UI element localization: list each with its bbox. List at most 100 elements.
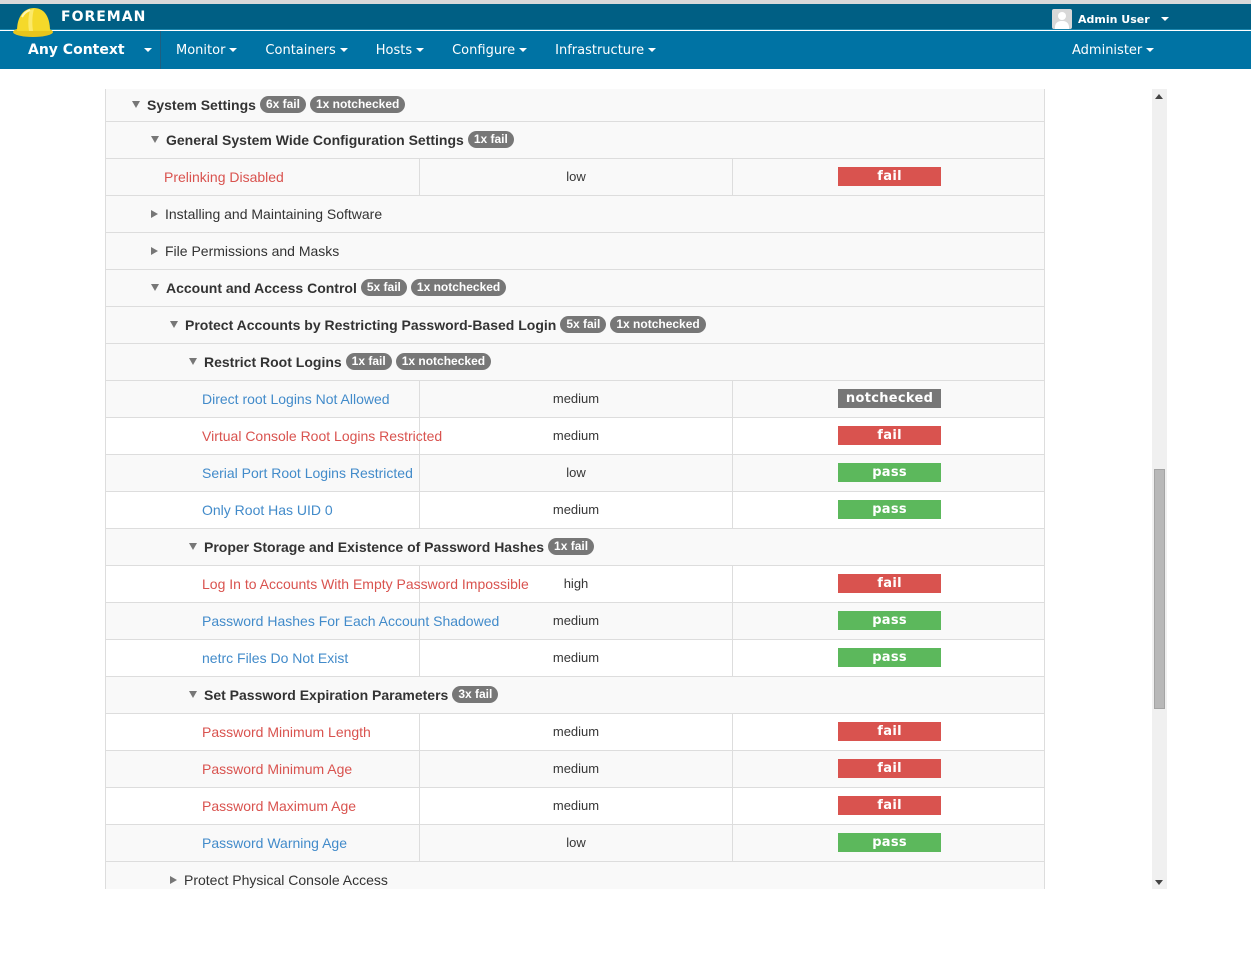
rule-link[interactable]: Virtual Console Root Logins Restricted: [202, 428, 442, 444]
caret-down-icon[interactable]: [189, 358, 197, 365]
rule-link[interactable]: Serial Port Root Logins Restricted: [202, 465, 413, 481]
nav-infrastructure[interactable]: Infrastructure: [541, 31, 670, 69]
result-label[interactable]: fail: [838, 574, 942, 593]
caret-down-icon[interactable]: [170, 321, 178, 328]
tree-group-row[interactable]: Protect Accounts by Restricting Password…: [106, 306, 1044, 344]
nav-hosts[interactable]: Hosts: [362, 31, 438, 69]
tree-group-row[interactable]: Protect Physical Console Access: [106, 861, 1044, 889]
group-header: Restrict Root Logins 1x fail 1x notchecked: [106, 353, 1044, 370]
group-cell: Protect Accounts by Restricting Password…: [106, 306, 1044, 344]
group-title[interactable]: General System Wide Configuration Settin…: [166, 132, 464, 148]
rule-link[interactable]: Log In to Accounts With Empty Password I…: [202, 576, 529, 592]
tree-group-row[interactable]: System Settings 6x fail 1x notchecked: [106, 89, 1044, 122]
nav-configure[interactable]: Configure: [438, 31, 541, 69]
rule-link[interactable]: Password Minimum Length: [202, 724, 371, 740]
helmet-logo-icon[interactable]: [12, 5, 54, 39]
scroll-up-arrow-icon[interactable]: [1155, 94, 1163, 99]
tree-group-row[interactable]: Set Password Expiration Parameters 3x fai…: [106, 676, 1044, 714]
rule-title-cell: Direct root Logins Not Allowed: [106, 380, 420, 418]
group-header: File Permissions and Masks: [106, 243, 1044, 259]
result-label[interactable]: notchecked: [838, 389, 942, 408]
tree-group-row[interactable]: Restrict Root Logins 1x fail 1x notchecked: [106, 343, 1044, 381]
scrollbar-thumb[interactable]: [1154, 469, 1165, 709]
user-menu[interactable]: Admin User: [1052, 9, 1169, 29]
rule-link[interactable]: Password Hashes For Each Account Shadowe…: [202, 613, 499, 629]
caret-right-icon[interactable]: [151, 246, 158, 255]
rule-link[interactable]: Password Warning Age: [202, 835, 347, 851]
result-cell: fail: [732, 750, 1044, 788]
count-badge: 1x notchecked: [610, 316, 706, 333]
chevron-down-icon: [519, 48, 528, 52]
group-header: Protect Accounts by Restricting Password…: [106, 316, 1044, 333]
rule-title-cell: Password Hashes For Each Account Shadowe…: [106, 602, 499, 640]
caret-down-icon[interactable]: [189, 543, 197, 550]
group-title[interactable]: File Permissions and Masks: [165, 243, 339, 259]
group-title[interactable]: Proper Storage and Existence of Password…: [204, 539, 544, 555]
result-label[interactable]: pass: [838, 833, 942, 852]
group-header: Proper Storage and Existence of Password…: [106, 538, 1044, 555]
result-label[interactable]: pass: [838, 500, 942, 519]
rules-tree-table: System Settings 6x fail 1x notchecked Gener…: [106, 89, 1044, 889]
rule-link[interactable]: Password Minimum Age: [202, 761, 352, 777]
group-header: System Settings 6x fail 1x notchecked: [106, 96, 1044, 114]
rule-row: Serial Port Root Logins Restricted low pas…: [106, 454, 1044, 492]
tree-group-row[interactable]: File Permissions and Masks: [106, 232, 1044, 270]
result-label[interactable]: fail: [838, 796, 942, 815]
result-label[interactable]: fail: [838, 759, 942, 778]
nav-administer[interactable]: Administer: [1058, 31, 1168, 69]
tree-group-row[interactable]: Installing and Maintaining Software: [106, 195, 1044, 233]
group-header: Installing and Maintaining Software: [106, 206, 1044, 222]
rule-title-cell: Password Warning Age: [106, 824, 420, 862]
severity-cell: medium: [418, 713, 733, 751]
tree-group-row[interactable]: Account and Access Control 5x fail 1x notc…: [106, 269, 1044, 307]
result-label[interactable]: fail: [838, 167, 942, 186]
rule-link[interactable]: netrc Files Do Not Exist: [202, 650, 348, 666]
count-badge: 6x fail: [259, 96, 306, 114]
rule-link[interactable]: Prelinking Disabled: [164, 169, 284, 185]
result-label[interactable]: pass: [838, 611, 942, 630]
severity-cell: medium: [418, 639, 733, 677]
rule-link[interactable]: Only Root Has UID 0: [202, 502, 333, 518]
scrollbar[interactable]: [1152, 89, 1167, 889]
group-title[interactable]: Protect Physical Console Access: [184, 872, 388, 888]
nav-right: Administer: [1058, 31, 1168, 69]
count-badge: 5x fail: [360, 279, 407, 296]
result-label[interactable]: fail: [838, 722, 942, 741]
user-avatar-icon: [1052, 9, 1072, 29]
result-label[interactable]: pass: [838, 463, 942, 482]
result-cell: fail: [732, 787, 1044, 825]
result-label[interactable]: pass: [838, 648, 942, 667]
group-title[interactable]: Installing and Maintaining Software: [165, 206, 382, 222]
rule-row: Password Maximum Age medium fail: [106, 787, 1044, 825]
severity-cell: medium: [418, 417, 733, 455]
rule-link[interactable]: Direct root Logins Not Allowed: [202, 391, 390, 407]
tree-group-row[interactable]: General System Wide Configuration Settin…: [106, 121, 1044, 159]
caret-down-icon[interactable]: [132, 101, 140, 109]
nav-containers[interactable]: Containers: [251, 31, 361, 69]
group-cell: Installing and Maintaining Software: [106, 195, 1044, 233]
scroll-down-arrow-icon[interactable]: [1155, 880, 1163, 885]
result-cell: pass: [732, 824, 1044, 862]
caret-down-icon[interactable]: [151, 284, 159, 291]
rule-link[interactable]: Password Maximum Age: [202, 798, 356, 814]
group-title[interactable]: Account and Access Control: [166, 280, 357, 296]
group-title[interactable]: System Settings: [147, 97, 256, 113]
result-cell: fail: [732, 565, 1044, 603]
tree-group-row[interactable]: Proper Storage and Existence of Password…: [106, 528, 1044, 566]
group-cell: Proper Storage and Existence of Password…: [106, 528, 1044, 566]
caret-right-icon[interactable]: [151, 209, 158, 218]
nav-label: Administer: [1072, 42, 1143, 58]
caret-right-icon[interactable]: [170, 875, 177, 884]
chevron-down-icon: [229, 48, 238, 52]
nav-monitor[interactable]: Monitor: [162, 31, 251, 69]
severity-cell: medium: [418, 787, 733, 825]
rule-title-cell: Password Minimum Length: [106, 713, 420, 751]
brand-name[interactable]: FOREMAN: [61, 9, 146, 25]
chevron-down-icon: [1160, 17, 1169, 21]
group-title[interactable]: Restrict Root Logins: [204, 354, 342, 370]
caret-down-icon[interactable]: [151, 136, 159, 143]
group-title[interactable]: Protect Accounts by Restricting Password…: [185, 317, 556, 333]
group-title[interactable]: Set Password Expiration Parameters: [204, 687, 448, 703]
caret-down-icon[interactable]: [189, 691, 197, 698]
result-label[interactable]: fail: [838, 426, 942, 445]
